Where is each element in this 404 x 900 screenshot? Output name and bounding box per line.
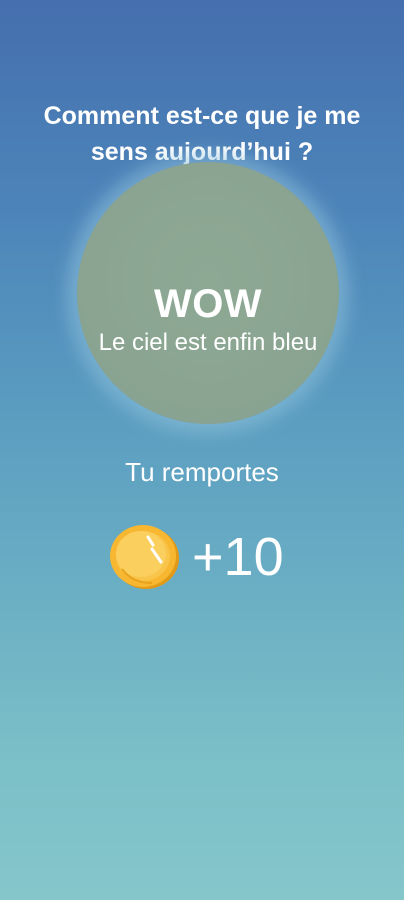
mood-title: WOW [153, 282, 263, 326]
coin-icon [110, 525, 179, 589]
mood-subtitle: Le ciel est enfin bleu [98, 329, 318, 356]
reward-label: Tu remportes [125, 457, 279, 487]
reward-row: +10 [108, 522, 284, 592]
reward-amount: +10 [192, 527, 284, 587]
mood-result-screen: Comment est-ce que je me sens aujourd’hu… [0, 0, 404, 900]
